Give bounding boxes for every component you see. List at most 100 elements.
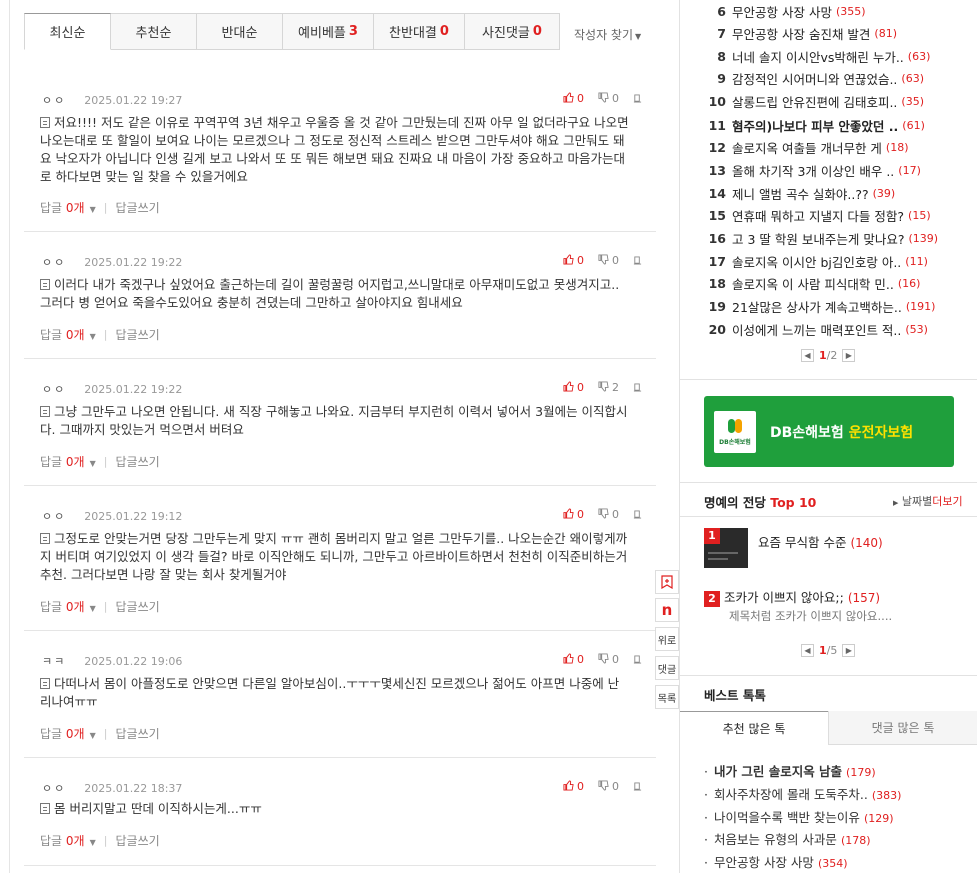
tab-most-recommended[interactable]: 추천 많은 톡: [680, 711, 828, 745]
tab-vote-battle[interactable]: 찬반대결 0: [374, 13, 465, 50]
ranking-item[interactable]: 14 제니 앨범 곡수 실화야..?? (39): [704, 182, 974, 204]
comment-nickname[interactable]: ㅇㅇ: [42, 256, 66, 269]
reply-toggle[interactable]: 답글 0개 ▼: [40, 832, 96, 849]
best-talk-item[interactable]: · 무안공항 사장 사망 (354): [704, 852, 848, 871]
bookmark-button[interactable]: [655, 570, 679, 594]
comment-header: ㅇㅇ 2025.01.22 19:22 0 0: [42, 254, 642, 270]
hall-of-fame-item[interactable]: 2 조카가 이쁘지 않아요;; (157): [704, 587, 880, 607]
comment-date: 2025.01.22 19:22: [84, 383, 183, 396]
ranking-item[interactable]: 7 무안공항 사장 숨진채 발견 (81): [704, 22, 974, 44]
ranking-item[interactable]: 13 올해 차기작 3개 이상인 배우 .. (17): [704, 159, 974, 181]
tab-latest[interactable]: 최신순: [24, 13, 111, 50]
nate-button[interactable]: n: [655, 598, 679, 622]
thumbs-down-icon: [598, 254, 609, 265]
prev-page-button[interactable]: ◀: [801, 644, 814, 657]
scroll-top-button[interactable]: 위로: [655, 627, 679, 651]
tab-photo-comments[interactable]: 사진댓글 0: [465, 13, 560, 50]
tab-pre-best[interactable]: 예비베플 3: [283, 13, 374, 50]
left-border: [9, 0, 10, 873]
thumbs-up-icon: [563, 381, 574, 392]
downvote-button[interactable]: 0: [598, 508, 619, 521]
comment-footer: 답글 0개 ▼ | 답글쓰기: [40, 199, 160, 216]
comment-item: ㅇㅇ 2025.01.22 19:27 0 0 저요!!!! 저도 같은 이유로 …: [24, 86, 656, 232]
report-icon[interactable]: [633, 94, 642, 103]
ranking-item[interactable]: 9 감정적인 시어머니와 연끊었슴.. (63): [704, 67, 974, 89]
ranking-item[interactable]: 10 살롱드립 안유진편에 김태호피.. (35): [704, 90, 974, 112]
report-icon[interactable]: [633, 510, 642, 519]
upvote-button[interactable]: 0: [563, 780, 584, 793]
upvote-button[interactable]: 0: [563, 508, 584, 521]
thumbs-up-icon: [563, 653, 574, 664]
comment-body: 그정도로 안맞는거면 당장 그만두는게 맞지 ㅠㅠ 괜히 몸버리지 말고 얼른 …: [40, 531, 628, 582]
write-reply-link[interactable]: 답글쓰기: [115, 199, 159, 216]
downvote-button[interactable]: 0: [598, 653, 619, 666]
ranking-item[interactable]: 17 솔로지옥 이시안 bj김인호랑 아.. (11): [704, 250, 974, 272]
goto-comments-button[interactable]: 댓글: [655, 656, 679, 680]
ranking-item[interactable]: 6 무안공항 사장 사망 (355): [704, 0, 974, 22]
downvote-button[interactable]: 0: [598, 780, 619, 793]
write-reply-link[interactable]: 답글쓰기: [115, 326, 159, 343]
write-reply-link[interactable]: 답글쓰기: [115, 598, 159, 615]
prev-page-button[interactable]: ◀: [801, 349, 814, 362]
ranking-item[interactable]: 19 21살많은 상사가 계속고백하는.. (191): [704, 295, 974, 317]
comment-nickname[interactable]: ㅇㅇ: [42, 782, 66, 795]
next-page-button[interactable]: ▶: [842, 644, 856, 657]
tab-recommended[interactable]: 추천순: [111, 13, 197, 50]
reply-toggle[interactable]: 답글 0개 ▼: [40, 453, 96, 470]
reply-toggle[interactable]: 답글 0개 ▼: [40, 598, 96, 615]
upvote-button[interactable]: 0: [563, 254, 584, 267]
hall-of-fame-thumbnail[interactable]: 1: [704, 528, 748, 568]
goto-list-button[interactable]: 목록: [655, 685, 679, 709]
hall-of-fame-more-link[interactable]: ▶ 날짜별더보기: [893, 493, 963, 509]
comment-header: ㅇㅇ 2025.01.22 18:37 0 0: [42, 780, 642, 796]
ranking-item[interactable]: 16 고 3 딸 학원 보내주는게 맞나요? (139): [704, 227, 974, 249]
ad-banner[interactable]: DB손해보험 DB손해보험 운전자보험: [704, 396, 954, 467]
ranking-item[interactable]: 8 너네 솔지 이시안vs박해린 누가.. (63): [704, 45, 974, 67]
ranking-item[interactable]: 15 연휴때 뭐하고 지낼지 다들 정함? (15): [704, 204, 974, 226]
thumbs-down-icon: [598, 780, 609, 791]
comment-nickname[interactable]: ㅇㅇ: [42, 383, 66, 396]
caret-down-icon: ▼: [89, 332, 96, 341]
reply-toggle[interactable]: 답글 0개 ▼: [40, 725, 96, 742]
downvote-button[interactable]: 0: [598, 254, 619, 267]
report-icon[interactable]: [633, 655, 642, 664]
downvote-button[interactable]: 0: [598, 92, 619, 105]
best-talk-item[interactable]: · 처음보는 유형의 사과문 (178): [704, 829, 871, 848]
comment-nickname[interactable]: ㅋㅋ: [42, 655, 66, 668]
report-icon[interactable]: [633, 782, 642, 791]
write-reply-link[interactable]: 답글쓰기: [115, 832, 159, 849]
tab-opposed[interactable]: 반대순: [197, 13, 283, 50]
hall-of-fame-title: 명예의 전당 Top 10: [704, 495, 817, 510]
report-icon[interactable]: [633, 256, 642, 265]
hall-of-fame-item[interactable]: 요즘 무식함 수준 (140): [758, 532, 883, 551]
ranking-item[interactable]: 20 이성에게 느끼는 매력포인트 적.. (53): [704, 318, 974, 340]
comment-date: 2025.01.22 19:12: [84, 510, 183, 523]
tab-most-commented[interactable]: 댓글 많은 톡: [828, 711, 977, 745]
write-reply-link[interactable]: 답글쓰기: [115, 725, 159, 742]
best-talk-item[interactable]: · 회사주차장에 몰래 도둑주차.. (383): [704, 784, 901, 803]
best-talk-item[interactable]: · 내가 그린 솔로지옥 남출 (179): [704, 761, 876, 780]
comment-doc-icon: [40, 279, 50, 290]
comment-doc-icon: [40, 803, 50, 814]
reply-toggle[interactable]: 답글 0개 ▼: [40, 326, 96, 343]
upvote-button[interactable]: 0: [563, 92, 584, 105]
comment-nickname[interactable]: ㅇㅇ: [42, 510, 66, 523]
upvote-button[interactable]: 0: [563, 381, 584, 394]
write-reply-link[interactable]: 답글쓰기: [115, 453, 159, 470]
ranking-item[interactable]: 18 솔로지옥 이 사람 피식대학 민.. (16): [704, 272, 974, 294]
thumbs-up-icon: [563, 92, 574, 103]
comment-date: 2025.01.22 19:22: [84, 256, 183, 269]
comment-nickname[interactable]: ㅇㅇ: [42, 94, 66, 107]
next-page-button[interactable]: ▶: [842, 349, 856, 362]
author-find-button[interactable]: 작성자 찾기 ▼: [574, 26, 641, 43]
comment-footer: 답글 0개 ▼ | 답글쓰기: [40, 598, 160, 615]
best-talk-item[interactable]: · 나이먹을수록 백반 찾는이유 (129): [704, 807, 894, 826]
nate-logo-icon: n: [661, 601, 673, 619]
upvote-button[interactable]: 0: [563, 653, 584, 666]
downvote-button[interactable]: 2: [598, 381, 619, 394]
ranking-item[interactable]: 11 혐주의)나보다 피부 안좋았던 .. (61): [704, 114, 974, 136]
reply-toggle[interactable]: 답글 0개 ▼: [40, 199, 96, 216]
caret-down-icon: ▼: [89, 731, 96, 740]
report-icon[interactable]: [633, 383, 642, 392]
ranking-item[interactable]: 12 솔로지옥 여출들 개너무한 게 (18): [704, 136, 974, 158]
